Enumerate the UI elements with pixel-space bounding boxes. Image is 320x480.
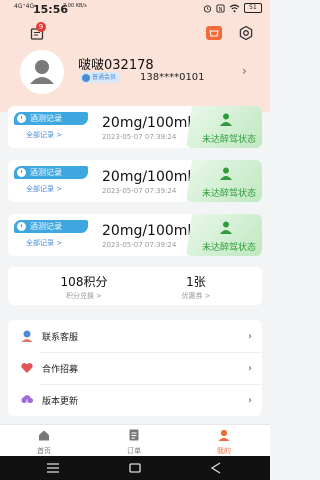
points-stat[interactable]: 108积分 积分兑换 > — [48, 273, 120, 301]
alarm-icon — [203, 4, 212, 13]
divider — [40, 384, 262, 385]
menu-item-label: 合作招募 — [42, 364, 79, 375]
username: 啵啵032178 — [78, 58, 154, 73]
coupons-stat[interactable]: 1张 优惠券 > — [166, 273, 226, 301]
record-status: 未达醉驾状态 — [201, 243, 256, 253]
menu-item-version-update[interactable]: 版本更新 › — [8, 386, 262, 414]
record-card[interactable]: 酒测记录 全部记录 > 20mg/100ml 2023-05-07 07:39:… — [8, 106, 262, 148]
coupons-value: 1张 — [186, 275, 206, 289]
record-value: 20mg/100ml — [102, 169, 192, 185]
all-records-link[interactable]: 全部记录 > — [26, 130, 62, 140]
menu-item-partnership[interactable]: 合作招募 › — [8, 354, 262, 382]
message-badge: 9 — [36, 22, 46, 32]
clock-icon — [17, 222, 26, 231]
record-value: 20mg/100ml — [102, 223, 192, 239]
clock-icon — [17, 168, 26, 177]
profile-card[interactable]: 啵啵032178 普通会员 138****0101 › — [0, 48, 270, 98]
settings-icon[interactable] — [238, 25, 254, 41]
tab-label: 我的 — [217, 447, 231, 455]
points-value: 108积分 — [60, 275, 108, 289]
record-card[interactable]: 酒测记录 全部记录 > 20mg/100ml 2023-05-07 07:39:… — [8, 160, 262, 202]
handshake-icon — [21, 363, 33, 373]
header-actions: 9 — [0, 22, 270, 46]
all-records-link[interactable]: 全部记录 > — [26, 184, 62, 194]
menu-list: 联系客服 › 合作招募 › 版本更新 › — [8, 320, 262, 416]
driver-icon — [220, 113, 232, 126]
user-icon — [218, 429, 230, 441]
svg-text:N: N — [218, 6, 222, 12]
battery-indicator: 51 — [244, 3, 262, 13]
stats-card: 108积分 积分兑换 > 1张 优惠券 > — [8, 267, 262, 305]
customer-service-icon — [21, 330, 33, 342]
update-icon — [21, 395, 34, 405]
member-label: 普通会员 — [92, 74, 117, 81]
bottom-tab-bar: 首页 订单 我的 — [0, 424, 270, 457]
clock-icon — [17, 114, 26, 123]
chevron-right-icon: › — [248, 362, 252, 374]
tab-orders[interactable]: 订单 — [104, 428, 164, 456]
menu-item-label: 版本更新 — [42, 396, 79, 407]
record-tag-label: 酒测记录 — [30, 168, 62, 177]
record-tag: 酒测记录 — [14, 166, 88, 179]
network-speed: 7.00 KB/s — [63, 3, 87, 9]
avatar[interactable] — [20, 50, 64, 94]
all-records-link[interactable]: 全部记录 > — [26, 238, 62, 248]
record-tag-label: 酒测记录 — [30, 114, 62, 123]
status-icons: N 51 — [203, 3, 262, 13]
record-datetime: 2023-05-07 07:39:24 — [102, 133, 177, 141]
record-tag-label: 酒测记录 — [30, 222, 62, 231]
status-bar: 4G⁺4G 15:56 7.00 KB/s N 51 — [0, 0, 270, 20]
nfc-icon: N — [216, 3, 225, 12]
record-status: 未达醉驾状态 — [201, 135, 256, 145]
menu-item-label: 联系客服 — [42, 332, 79, 343]
points-exchange-link[interactable]: 积分兑换 > — [48, 291, 120, 301]
menu-item-customer-service[interactable]: 联系客服 › — [8, 322, 262, 350]
record-value: 20mg/100ml — [102, 115, 192, 131]
member-icon — [82, 73, 90, 82]
menu-icon[interactable] — [46, 462, 60, 474]
phone-number: 138****0101 — [140, 72, 205, 83]
record-tag: 酒测记录 — [14, 220, 88, 233]
home-icon — [39, 430, 49, 441]
system-nav-bar — [0, 456, 270, 480]
orders-icon — [129, 429, 139, 441]
divider — [40, 352, 262, 353]
record-card[interactable]: 酒测记录 全部记录 > 20mg/100ml 2023-05-07 07:39:… — [8, 214, 262, 256]
tab-mine[interactable]: 我的 — [194, 428, 254, 456]
tab-home[interactable]: 首页 — [14, 428, 74, 456]
network-indicator: 4G⁺4G — [14, 3, 35, 10]
record-datetime: 2023-05-07 07:39:24 — [102, 187, 177, 195]
coupons-link[interactable]: 优惠券 > — [166, 291, 226, 301]
tab-label: 订单 — [127, 447, 141, 455]
record-datetime: 2023-05-07 07:39:24 — [102, 241, 177, 249]
record-tag: 酒测记录 — [14, 112, 88, 125]
chevron-right-icon[interactable]: › — [242, 64, 247, 78]
back-icon[interactable] — [210, 462, 224, 474]
home-button-icon[interactable] — [128, 462, 142, 474]
tab-label: 首页 — [37, 447, 51, 455]
chevron-right-icon: › — [248, 394, 252, 406]
wifi-icon — [229, 4, 240, 12]
shop-icon[interactable] — [206, 26, 222, 40]
driver-icon — [220, 167, 232, 180]
driver-icon — [220, 221, 232, 234]
record-status: 未达醉驾状态 — [201, 189, 256, 199]
member-badge: 普通会员 — [80, 72, 121, 83]
chevron-right-icon: › — [248, 330, 252, 342]
